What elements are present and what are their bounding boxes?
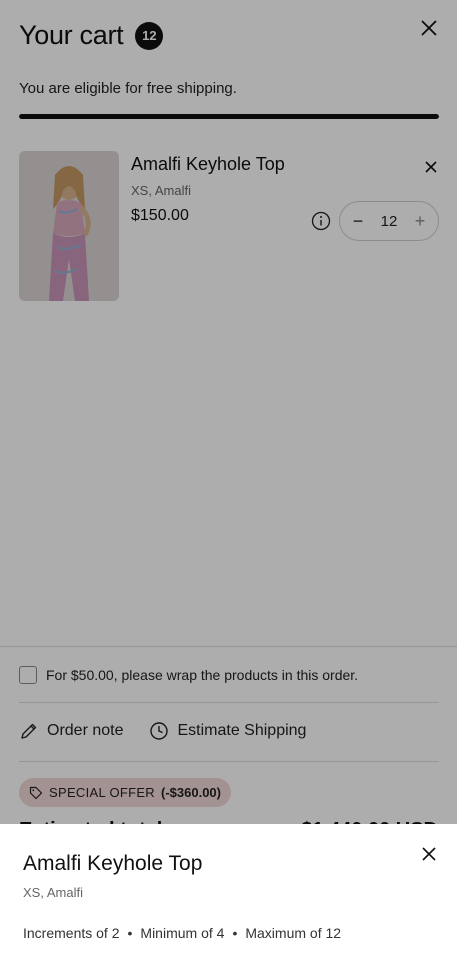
minimum-rule: Minimum of 4 [140, 925, 225, 941]
maximum-rule: Maximum of 12 [245, 925, 342, 941]
quantity-rules-sheet: Amalfi Keyhole Top XS, Amalfi Increments… [0, 824, 457, 968]
sheet-product-title: Amalfi Keyhole Top [23, 852, 203, 875]
quantity-rules: Increments of 2 • Minimum of 4 • Maximum… [23, 925, 341, 941]
modal-overlay[interactable] [0, 0, 457, 968]
sheet-product-variant: XS, Amalfi [23, 885, 83, 900]
rule-separator: • [127, 925, 133, 941]
rule-separator: • [232, 925, 238, 941]
increments-rule: Increments of 2 [23, 925, 120, 941]
close-sheet-button[interactable] [419, 844, 439, 864]
close-icon [422, 847, 436, 861]
